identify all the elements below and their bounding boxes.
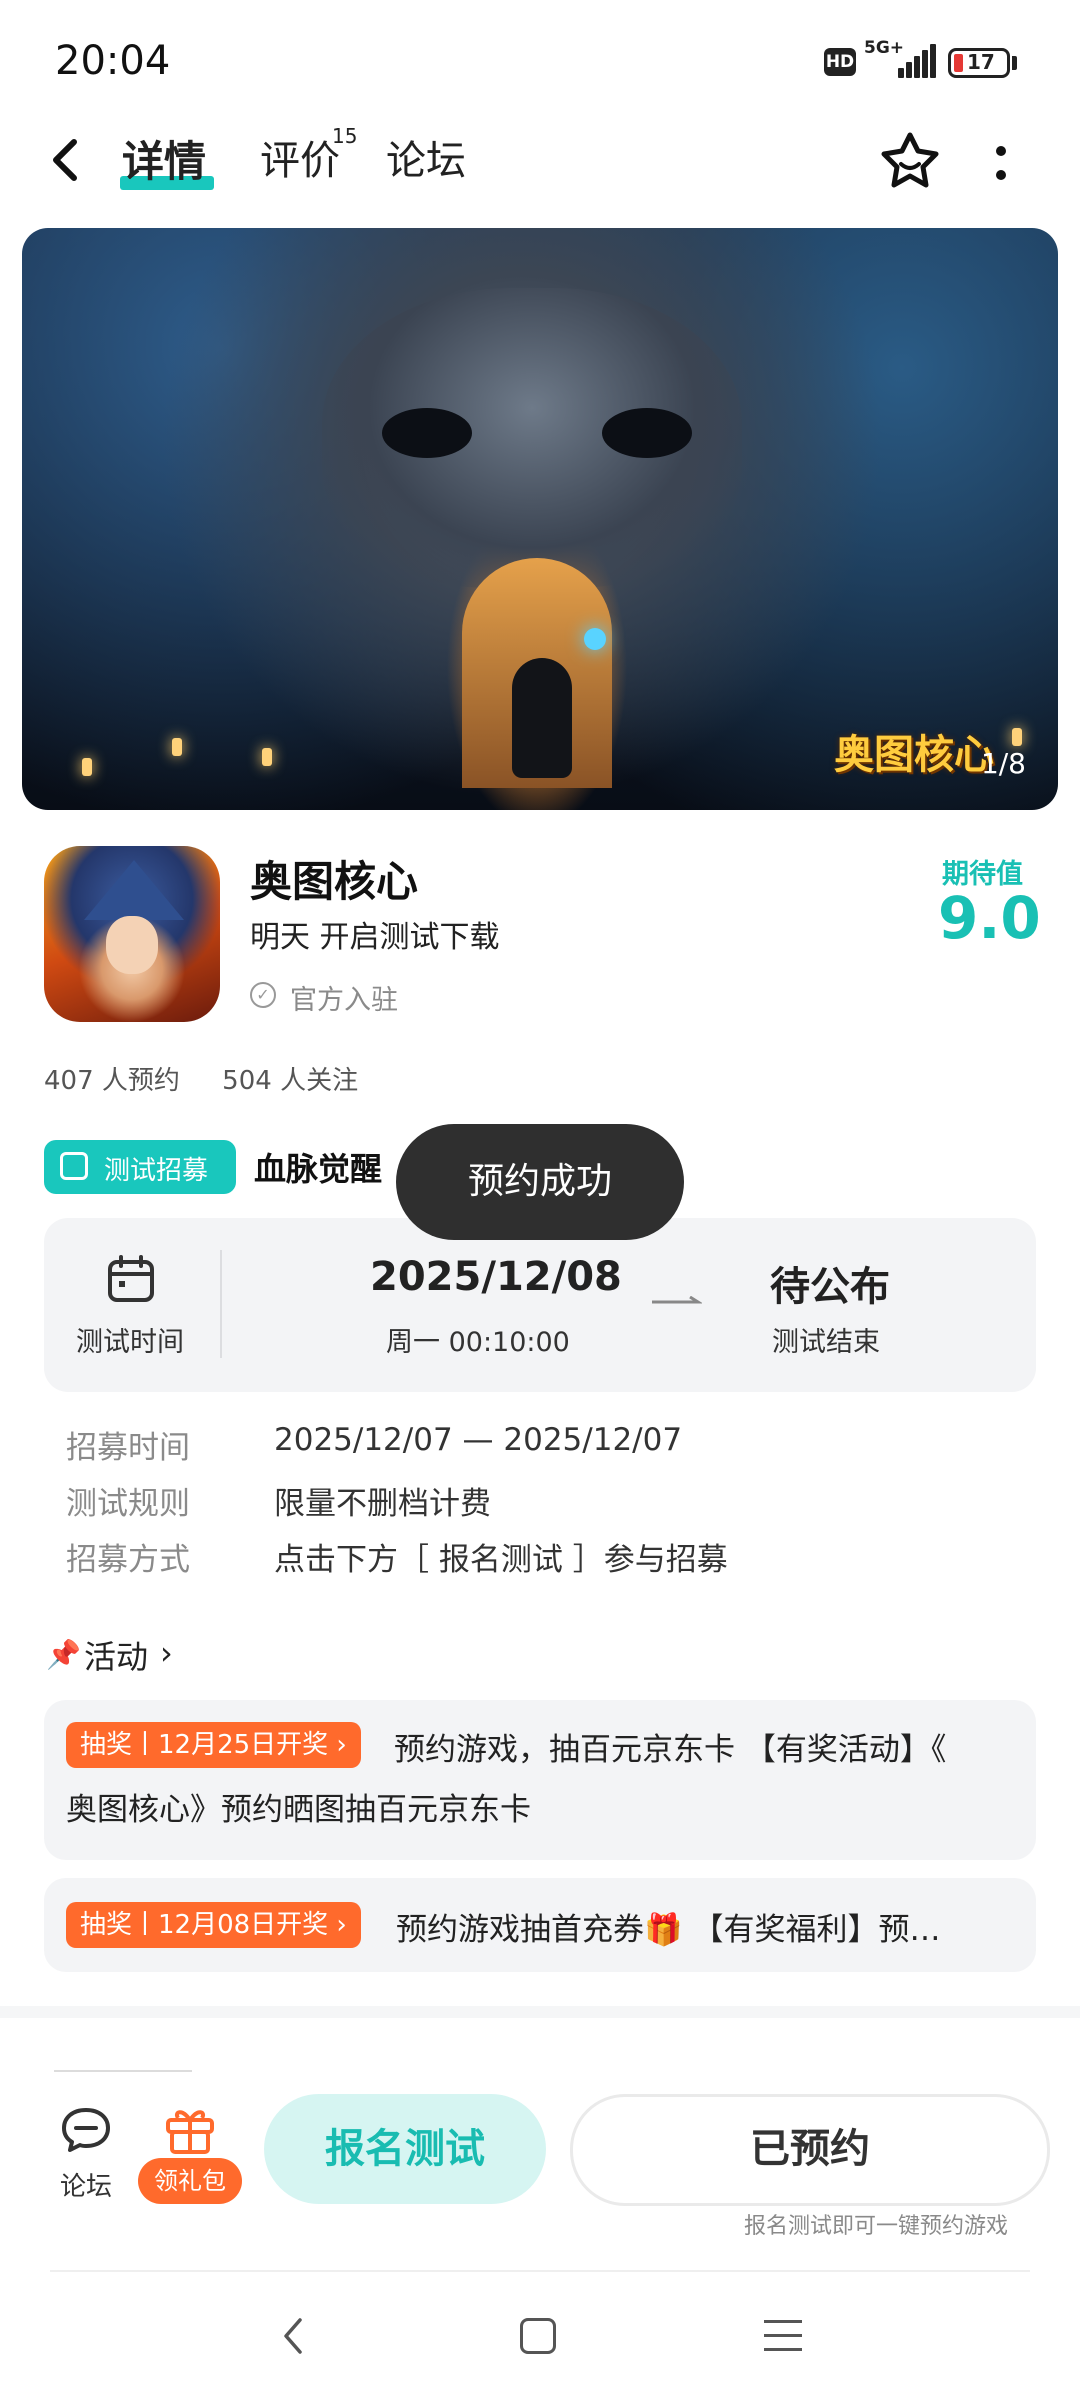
lottery-tag: 抽奖丨12月25日开奖 › bbox=[66, 1722, 361, 1768]
official-label: 官方入驻 bbox=[290, 985, 398, 1016]
app-icon bbox=[44, 846, 220, 1022]
activity-text: 预约游戏，抽百元京东卡 【有奖活动】《 bbox=[394, 1732, 947, 1768]
system-home-icon[interactable] bbox=[520, 2318, 556, 2354]
toast-message: 预约成功 bbox=[396, 1124, 684, 1240]
system-menu-icon[interactable] bbox=[764, 2318, 802, 2354]
forum-label[interactable]: 论坛 bbox=[60, 2166, 112, 2203]
reservation-count: 407 人预约 bbox=[44, 1066, 180, 1096]
system-back-icon[interactable] bbox=[278, 2316, 308, 2356]
stats-row: 407 人预约 504 人关注 bbox=[44, 1060, 392, 1097]
follower-count: 504 人关注 bbox=[222, 1066, 359, 1096]
pin-icon: 📌 bbox=[46, 1638, 81, 1671]
activity-card[interactable]: 抽奖丨12月08日开奖 › 预约游戏抽首充券🎁 【有奖福利】预… bbox=[44, 1878, 1036, 1972]
tab-forum[interactable]: 论坛 bbox=[386, 128, 466, 186]
test-end-label: 测试结束 bbox=[772, 1327, 880, 1358]
more-menu-icon[interactable] bbox=[990, 142, 1012, 186]
banner-game-logo: 奥图核心 bbox=[834, 732, 994, 778]
activity-text-cont: 奥图核心》预约晒图抽百元京东卡 bbox=[66, 1792, 531, 1828]
signup-hint: 报名测试即可一键预约游戏 bbox=[744, 2214, 1009, 2239]
section-divider bbox=[0, 2006, 1080, 2018]
lottery-tag: 抽奖丨12月08日开奖 › bbox=[66, 1902, 361, 1948]
game-banner-image[interactable]: 奥图核心 1/8 bbox=[22, 228, 1058, 810]
forum-chat-icon[interactable] bbox=[58, 2104, 114, 2154]
activities-title[interactable]: 活动 bbox=[84, 1632, 148, 1678]
activity-text: 预约游戏抽首充券🎁 【有奖福利】预… bbox=[396, 1912, 941, 1948]
hd-icon: HD bbox=[824, 48, 856, 76]
test-start-date: 2025/12/08 bbox=[370, 1254, 622, 1300]
signal-icon bbox=[898, 44, 938, 78]
gift-icon[interactable] bbox=[164, 2104, 216, 2154]
activity-card[interactable]: 抽奖丨12月25日开奖 › 预约游戏，抽百元京东卡 【有奖活动】《 奥图核心》预… bbox=[44, 1700, 1036, 1860]
app-name: 奥图核心 bbox=[250, 857, 419, 906]
back-arrow-icon[interactable] bbox=[46, 130, 86, 190]
favorite-star-icon[interactable] bbox=[878, 130, 942, 190]
divider-line bbox=[54, 2070, 192, 2072]
test-recruit-tag: 测试招募 bbox=[44, 1140, 236, 1194]
battery-cap bbox=[1012, 56, 1017, 70]
battery-icon: 17 bbox=[948, 48, 1010, 78]
expectation-score: 9.0 bbox=[938, 884, 1041, 952]
chevron-right-icon[interactable]: › bbox=[160, 1634, 173, 1672]
test-end-status: 待公布 bbox=[770, 1264, 890, 1310]
reserved-button[interactable]: 已预约 bbox=[570, 2094, 1050, 2206]
test-name: 血脉觉醒 bbox=[254, 1150, 383, 1188]
verified-check-icon: ✓ bbox=[250, 982, 276, 1008]
tab-detail[interactable]: 详情 bbox=[122, 128, 206, 189]
status-time: 20:04 bbox=[55, 38, 171, 84]
review-count-badge: 15 bbox=[332, 124, 358, 148]
calendar-icon bbox=[108, 1255, 154, 1302]
test-time-label: 测试时间 bbox=[76, 1327, 184, 1358]
battery-level: 17 bbox=[967, 50, 995, 74]
card-divider bbox=[220, 1250, 222, 1358]
banner-page-counter: 1/8 bbox=[980, 747, 1026, 780]
bottom-divider bbox=[50, 2270, 1030, 2272]
arrow-right-icon bbox=[652, 1296, 702, 1304]
test-start-time: 周一 00:10:00 bbox=[386, 1327, 570, 1358]
gift-pack-badge[interactable]: 领礼包 bbox=[138, 2158, 242, 2204]
signup-test-button[interactable]: 报名测试 bbox=[264, 2094, 546, 2204]
app-subtitle: 明天 开启测试下载 bbox=[250, 920, 500, 955]
tab-review[interactable]: 评价 bbox=[260, 128, 340, 186]
test-badge-icon bbox=[60, 1152, 88, 1180]
